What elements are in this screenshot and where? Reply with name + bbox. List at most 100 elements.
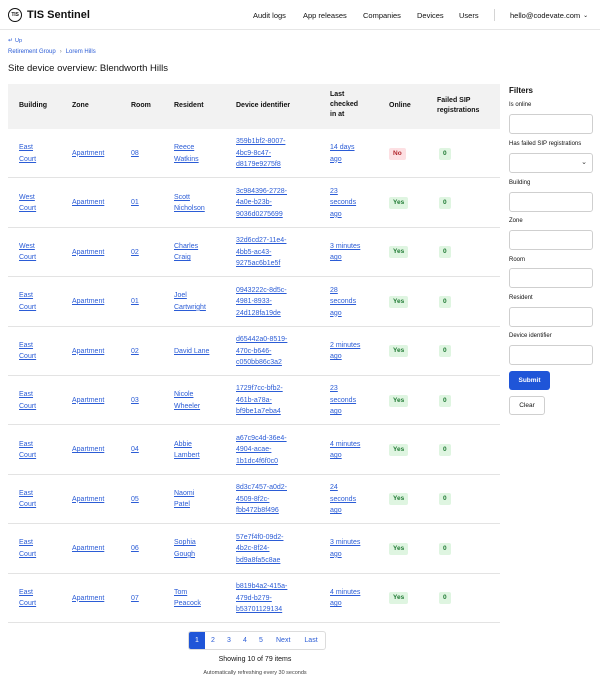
nav-app-releases[interactable]: App releases	[303, 11, 347, 20]
last-checked-link[interactable]: 2 minutes ago	[330, 340, 360, 363]
device-identifier-link-line[interactable]: b53701129134	[236, 604, 287, 616]
building-link[interactable]: East Court	[19, 290, 36, 313]
building-link[interactable]: East Court	[19, 587, 36, 610]
device-identifier-link[interactable]: 0943222c-8d5c- 4981-8933- 24d128fa19de	[236, 285, 287, 320]
building-link-line[interactable]: East	[19, 142, 36, 154]
building-link[interactable]: West Court	[19, 241, 36, 264]
building-link-line[interactable]: East	[19, 340, 36, 352]
building-link-line[interactable]: East	[19, 488, 36, 500]
device-identifier-link[interactable]: 57e7f4f0-09d2- 4b2c-8f24- bd9a8fa5c8ae	[236, 532, 283, 567]
device-identifier-link-line[interactable]: 32d6cd27-11e4-	[236, 235, 286, 247]
device-identifier-link-line[interactable]: 0943222c-8d5c-	[236, 285, 287, 297]
device-identifier-link-line[interactable]: 359b1bf2-8007-	[236, 136, 285, 148]
breadcrumb-item-retirement-group[interactable]: Retirement Group	[8, 49, 56, 55]
submit-button[interactable]: Submit	[509, 371, 550, 390]
building-link[interactable]: East Court	[19, 488, 36, 511]
device-identifier-link-line[interactable]: 461b-a78a-	[236, 395, 283, 407]
resident-link[interactable]: Charles Craig	[174, 241, 198, 264]
last-checked-link-line[interactable]: ago	[330, 209, 356, 221]
device-identifier-link-line[interactable]: 1729f7cc-bfb2-	[236, 383, 283, 395]
room-link[interactable]: 06	[131, 543, 139, 555]
nav-audit-logs[interactable]: Audit logs	[253, 11, 286, 20]
device-identifier-link-line[interactable]: 9036d0275699	[236, 209, 287, 221]
device-identifier-link[interactable]: 8d3c7457-a0d2- 4509-8f2c-fbb472b8f496	[236, 482, 287, 517]
device-identifier-link-line[interactable]: 4981-8933-	[236, 296, 287, 308]
device-identifier-link-line[interactable]: 4904-acae-	[236, 444, 287, 456]
last-checked-link[interactable]: 23 seconds ago	[330, 383, 356, 418]
zone-link[interactable]: Apartment	[72, 395, 104, 407]
resident-link-line[interactable]: Joel	[174, 290, 206, 302]
zone-link[interactable]: Apartment	[72, 444, 104, 456]
device-identifier-link-line[interactable]: b819b4a2-415a-	[236, 581, 287, 593]
page-4-button[interactable]: 4	[237, 632, 253, 649]
last-checked-link[interactable]: 4 minutes ago	[330, 439, 360, 462]
resident-link-line[interactable]: Naomi	[174, 488, 194, 500]
building-link-line[interactable]: East	[19, 389, 36, 401]
building-link-line[interactable]: East	[19, 290, 36, 302]
device-identifier-link[interactable]: a67c9c4d-36e4- 4904-acae- 1b1dc4f6f0c0	[236, 433, 287, 468]
resident-link-line[interactable]: Wheeler	[174, 401, 200, 413]
zone-link[interactable]: Apartment	[72, 494, 104, 506]
device-identifier-link[interactable]: d65442a0-8519- 470c-b646- c050bb86c3a2	[236, 334, 287, 369]
room-link[interactable]: 07	[131, 593, 139, 605]
resident-link-line[interactable]: Nicole	[174, 389, 200, 401]
failed-sip-select[interactable]: ⌄	[509, 153, 593, 173]
last-checked-link[interactable]: 23 seconds ago	[330, 186, 356, 221]
resident-link-line[interactable]: Lambert	[174, 450, 200, 462]
page-1-button[interactable]: 1	[189, 632, 205, 649]
building-link-line[interactable]: West	[19, 241, 36, 253]
room-link[interactable]: 02	[131, 346, 139, 358]
building-link[interactable]: East Court	[19, 537, 36, 560]
zone-link[interactable]: Apartment	[72, 593, 104, 605]
device-identifier-link[interactable]: b819b4a2-415a- 479d-b279- b53701129134	[236, 581, 287, 616]
resident-link-line[interactable]: Patel	[174, 499, 194, 511]
last-checked-link-line[interactable]: ago	[330, 351, 360, 363]
building-link-line[interactable]: West	[19, 192, 36, 204]
device-identifier-link-line[interactable]: 4bb5-ac43-	[236, 247, 286, 259]
resident-link[interactable]: Scott Nicholson	[174, 192, 205, 215]
device-identifier-link-line[interactable]: d8179e9275f8	[236, 159, 285, 171]
zone-link[interactable]: Apartment	[72, 247, 104, 259]
next-page-button[interactable]: Next	[269, 632, 297, 649]
building-link[interactable]: East Court	[19, 389, 36, 412]
device-identifier-link-line[interactable]: 1b1dc4f6f0c0	[236, 456, 287, 468]
last-checked-link-line[interactable]: ago	[330, 252, 360, 264]
is-online-select[interactable]	[509, 114, 593, 134]
device-identifier-link[interactable]: 32d6cd27-11e4- 4bb5-ac43- 9275ac6b1e5f	[236, 235, 286, 270]
room-link[interactable]: 05	[131, 494, 139, 506]
building-link-line[interactable]: East	[19, 587, 36, 599]
resident-link-line[interactable]: Craig	[174, 252, 198, 264]
resident-link[interactable]: Naomi Patel	[174, 488, 194, 511]
zone-link[interactable]: Apartment	[72, 543, 104, 555]
device-identifier-link-line[interactable]: bd9a8fa5c8ae	[236, 555, 283, 567]
building-link-line[interactable]: Court	[19, 351, 36, 363]
last-checked-link-line[interactable]: ago	[330, 549, 360, 561]
resident-link[interactable]: Nicole Wheeler	[174, 389, 200, 412]
zone-link[interactable]: Apartment	[72, 346, 104, 358]
room-link[interactable]: 04	[131, 444, 139, 456]
room-link[interactable]: 02	[131, 247, 139, 259]
last-checked-link-line[interactable]: 3 minutes	[330, 241, 360, 253]
resident-input[interactable]	[509, 307, 593, 327]
last-checked-link-line[interactable]: 4 minutes	[330, 587, 360, 599]
building-link-line[interactable]: Court	[19, 203, 36, 215]
up-link[interactable]: ↵ Up	[8, 37, 22, 45]
building-link-line[interactable]: East	[19, 439, 36, 451]
last-checked-link-line[interactable]: 23	[330, 383, 356, 395]
page-3-button[interactable]: 3	[221, 632, 237, 649]
last-checked-link[interactable]: 24 seconds ago	[330, 482, 356, 517]
app-logo[interactable]: TIS TIS Sentinel	[8, 8, 90, 22]
device-identifier-link-line[interactable]: 24d128fa19de	[236, 308, 287, 320]
device-identifier-link-line[interactable]: 4509-8f2c-	[236, 494, 287, 506]
zone-link[interactable]: Apartment	[72, 148, 104, 160]
device-identifier-link-line[interactable]: 57e7f4f0-09d2-	[236, 532, 283, 544]
building-link-line[interactable]: Court	[19, 252, 36, 264]
nav-users[interactable]: Users	[459, 11, 479, 20]
last-checked-link-line[interactable]: 24	[330, 482, 356, 494]
device-identifier-link-line[interactable]: fbb472b8f496	[236, 505, 287, 517]
building-input[interactable]	[509, 192, 593, 212]
resident-link-line[interactable]: Charles	[174, 241, 198, 253]
user-menu[interactable]: hello@codevate.com ⌄	[510, 11, 588, 20]
last-checked-link-line[interactable]: seconds	[330, 395, 356, 407]
last-checked-link-line[interactable]: ago	[330, 308, 356, 320]
